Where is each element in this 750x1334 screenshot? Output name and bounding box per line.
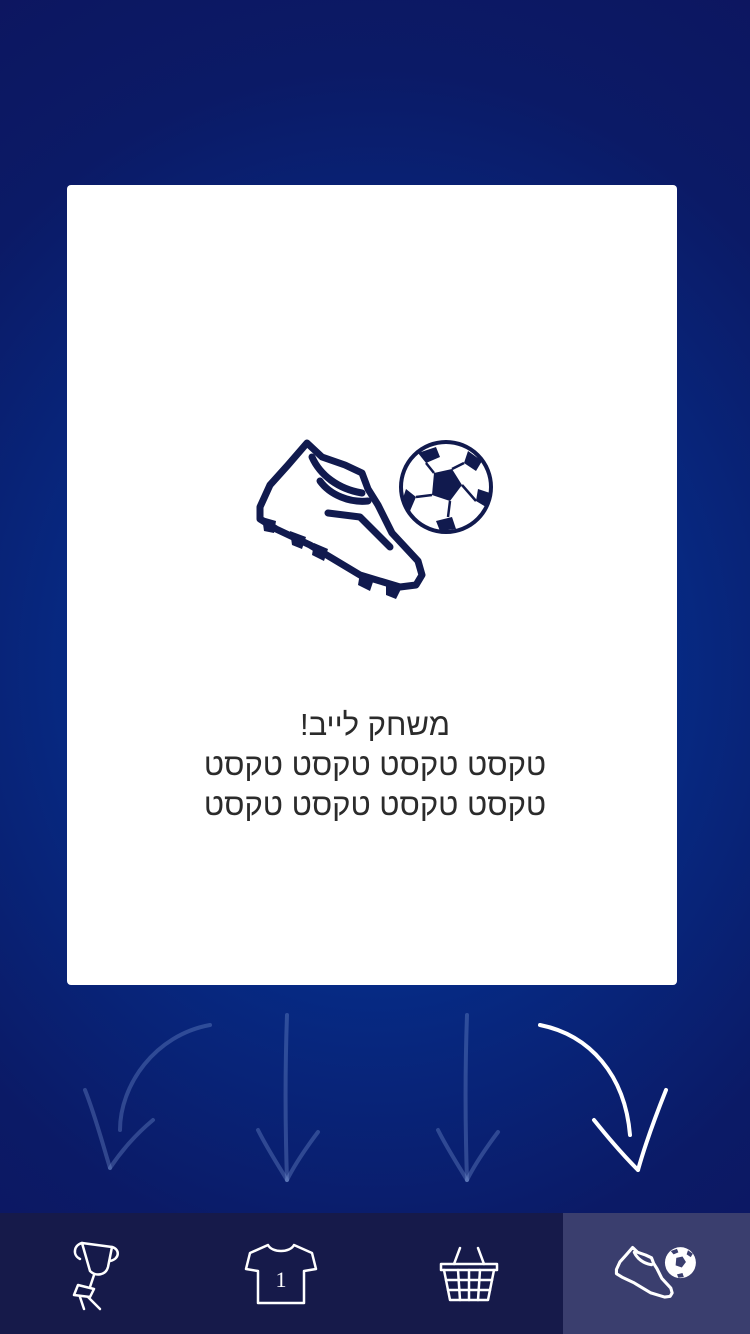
arrow-shirt [256, 1013, 320, 1182]
arrow-basket [436, 1013, 500, 1182]
arrow-trophy [83, 1023, 212, 1170]
cleat-ball-icon [615, 1245, 697, 1299]
basket-icon [439, 1246, 498, 1301]
arrow-live-game [538, 1023, 668, 1172]
card-body-line-2: טקסט טקסט טקסט טקסט [203, 787, 547, 822]
card-text: משחק לייב! טקסט טקסט טקסט טקסט טקסט טקסט… [0, 705, 750, 825]
card-title: משחק לייב! [300, 707, 450, 742]
card-body-line-1: טקסט טקסט טקסט טקסט [203, 747, 547, 782]
jersey-number: 1 [276, 1267, 287, 1292]
trophy-icon [72, 1241, 119, 1310]
tab-trophy[interactable] [0, 1213, 188, 1334]
tab-jersey[interactable]: 1 [188, 1213, 376, 1334]
cleat-and-ball-icon [256, 439, 493, 599]
tab-live-game[interactable] [562, 1213, 750, 1334]
jersey-icon: 1 [245, 1243, 318, 1304]
bottom-tab-bar: 1 [0, 1213, 750, 1334]
tab-basket[interactable] [375, 1213, 563, 1334]
